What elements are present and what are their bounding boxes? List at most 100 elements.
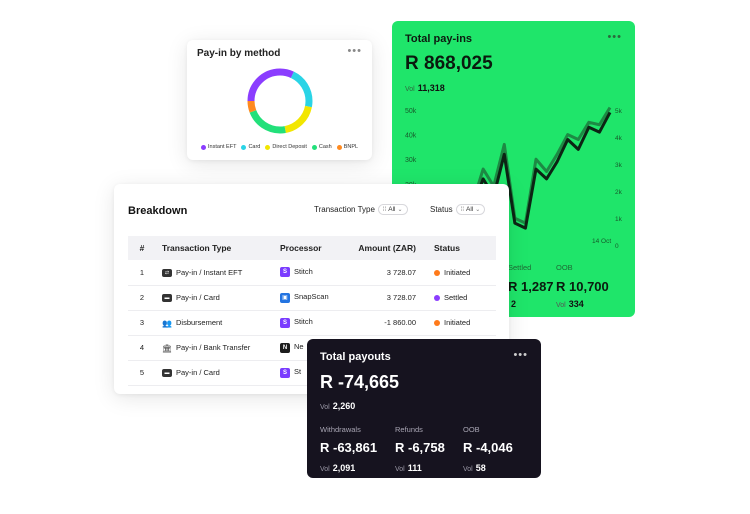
processor-cell: S Stitch (274, 310, 346, 336)
method-legend: Instant EFT Card Direct Deposit Cash BNP… (201, 144, 358, 150)
method-card-title: Pay-in by method (197, 48, 281, 59)
amount-cell: 3 728.07 (346, 285, 422, 311)
status-text: Initiated (444, 318, 471, 327)
vol-label: Vol (320, 466, 330, 473)
processor-name: Stitch (294, 267, 313, 277)
status-dot (434, 320, 440, 327)
withdrawals-amount: R -63,861 (320, 440, 378, 455)
more-options-icon[interactable]: ••• (347, 45, 362, 57)
transaction-type-select[interactable]: ⁞⁞ All ⌄ (377, 204, 408, 215)
withdrawals-column: Withdrawals R -63,861 Vol 2,091 (320, 425, 377, 476)
settled-label: Settled (508, 263, 532, 272)
transaction-type-cell: ⇄ Pay-in / Instant EFT (156, 260, 274, 286)
amount-cell: -1 860.00 (346, 310, 422, 336)
legend-item: Instant EFT (201, 144, 236, 150)
table-row[interactable]: 3 👥 Disbursement S Stitch -1 860.00 Initia… (128, 310, 496, 336)
payins-title: Total pay-ins (405, 33, 473, 45)
oob-vol-value: 334 (568, 299, 584, 309)
payouts-amount: R -74,665 (320, 372, 400, 392)
breakdown-title: Breakdown (128, 205, 188, 217)
donut-chart (247, 68, 313, 134)
filter-label: Status (430, 205, 453, 214)
filter-value: All (388, 206, 396, 213)
legend-dot (336, 144, 342, 150)
transaction-type: Pay-in / Bank Transfer (176, 342, 251, 352)
vol-label: Vol (463, 466, 473, 473)
snapscan-logo-icon: ▣ (280, 292, 290, 303)
col-header: Amount (ZAR) (358, 243, 416, 253)
legend-label: Instant EFT (208, 144, 237, 150)
y2-tick-label: 0 (615, 243, 619, 250)
status-cell: Initiated (422, 260, 496, 286)
processor-logo-icon: N (280, 342, 290, 353)
status-select[interactable]: ⁞⁞ All ⌄ (455, 204, 486, 215)
row-number: 5 (128, 360, 156, 386)
vol-value: 111 (407, 463, 422, 473)
filter-value: All (466, 206, 474, 213)
legend-label: Card (248, 144, 261, 150)
pay-in-by-method-card: Pay-in by method ••• Instant EFT Card Di… (187, 40, 372, 160)
more-options-icon[interactable]: ••• (607, 31, 622, 43)
payouts-volume: Vol 2,260 (320, 396, 355, 414)
status-text: Initiated (444, 267, 471, 277)
settled-volume: 2 (508, 294, 516, 312)
status-dot (434, 295, 440, 302)
payins-amount: R 868,025 (405, 53, 493, 74)
vol-value: 2,260 (332, 401, 356, 411)
row-number: 2 (128, 285, 156, 311)
row-number: 3 (128, 310, 156, 336)
refunds-column: Refunds R -6,758 Vol 111 (395, 425, 445, 476)
legend-dot (265, 144, 271, 150)
vol-label: Vol (395, 466, 405, 473)
legend-label: Cash (318, 144, 332, 150)
y-tick-label: 40k (405, 133, 417, 140)
withdrawals-label: Withdrawals (320, 425, 361, 434)
legend-dot (201, 144, 206, 150)
vol-value: 11,318 (417, 83, 445, 93)
table-row[interactable]: 2 ▬ Pay-in / Card ▣ SnapScan 3 728.07 Sett… (128, 285, 496, 311)
transaction-type: Pay-in / Instant EFT (176, 267, 243, 277)
transaction-type: Pay-in / Card (176, 292, 220, 302)
processor-cell: S Stitch (274, 260, 346, 286)
legend-label: BNPL (343, 144, 359, 150)
oob-amount: R 10,700 (556, 279, 609, 294)
y2-tick-label: 1k (615, 216, 623, 223)
settled-vol-value: 2 (511, 299, 517, 309)
refunds-label: Refunds (395, 425, 423, 434)
legend-label: Direct Deposit (272, 144, 307, 150)
transaction-type-filter: Transaction Type ⁞⁞ All ⌄ (314, 204, 408, 215)
processor-cell: ▣ SnapScan (274, 285, 346, 311)
vol-label: Vol (405, 86, 415, 93)
vol-value: 58 (475, 463, 486, 473)
row-number: 1 (128, 260, 156, 286)
refunds-volume: Vol 111 (395, 458, 445, 476)
chevron-down-icon: ⌄ (397, 207, 403, 213)
status-filter: Status ⁞⁞ All ⌄ (430, 204, 486, 215)
transaction-type: Pay-in / Card (176, 367, 220, 377)
legend-item: Card (241, 144, 260, 150)
oob-volume: Vol 334 (556, 294, 584, 312)
y2-tick-label: 2k (615, 189, 623, 196)
stitch-logo-icon: S (280, 267, 290, 278)
processor-name: Stitch (294, 317, 313, 327)
filter-icon: ⁞⁞ (382, 206, 387, 213)
col-header: Transaction Type (162, 243, 232, 253)
filter-icon: ⁞⁞ (460, 206, 465, 213)
status-cell: Initiated (422, 310, 496, 336)
row-number: 4 (128, 335, 156, 361)
oob-column: OOB R -4,046 Vol 58 (463, 425, 513, 476)
payins-volume: Vol 11,318 (405, 78, 445, 96)
table-row[interactable]: 1 ⇄ Pay-in / Instant EFT S Stitch 3 728.07… (128, 260, 496, 286)
processor-name: Ne (294, 342, 304, 352)
y2-tick-label: 3k (615, 162, 623, 169)
status-dot (434, 269, 440, 276)
table-header: # Transaction Type Processor Amount (ZAR… (128, 236, 496, 260)
transaction-type-cell: ▬ Pay-in / Card (156, 360, 274, 386)
card-icon: ▬ (162, 294, 172, 302)
legend-dot (311, 144, 317, 150)
oob-volume: Vol 58 (463, 458, 513, 476)
bank-transfer-icon: ⇄ (162, 268, 172, 277)
stitch-logo-icon: S (280, 317, 290, 328)
more-options-icon[interactable]: ••• (513, 349, 528, 361)
withdrawals-volume: Vol 2,091 (320, 458, 377, 476)
